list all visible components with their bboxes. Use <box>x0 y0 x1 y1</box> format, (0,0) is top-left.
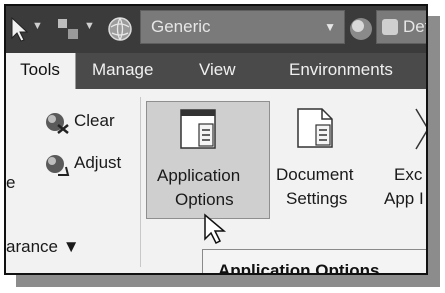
workspace-dropdown-label: Generic <box>151 17 211 36</box>
dropdown-arrow-icon[interactable]: ▼ <box>32 20 43 32</box>
cursor-arrow-icon <box>11 16 29 42</box>
appearance-sphere-icon[interactable] <box>348 16 374 42</box>
clear-button[interactable]: Clear <box>44 109 134 137</box>
tab-manage-label: Manage <box>92 60 154 79</box>
adjust-appearance-icon <box>46 155 70 176</box>
application-options-button[interactable]: Application Options <box>146 101 270 219</box>
workspace-dropdown[interactable]: Generic ▼ <box>140 10 345 44</box>
tooltip: Application Options <box>202 249 426 275</box>
appearance-group-label[interactable]: arance ▼ <box>6 237 80 257</box>
excel-app-label-line2: App I <box>384 189 424 208</box>
document-settings-button[interactable]: Document Settings <box>272 101 364 219</box>
tab-view[interactable]: View <box>199 53 236 89</box>
appearance-swatch-icon <box>382 19 398 35</box>
application-options-icon <box>180 109 216 149</box>
ribbon-tab-bar: Tools Manage View Environments <box>6 53 426 89</box>
material-globe-icon[interactable] <box>106 15 134 43</box>
measure-icon[interactable] <box>56 16 82 42</box>
clear-appearance-icon <box>46 113 69 134</box>
application-options-label-line1: Application <box>157 166 241 185</box>
excel-app-label-line1: Exc <box>394 165 423 184</box>
dropdown-arrow-icon[interactable]: ▼ <box>84 20 95 32</box>
document-settings-label-line2: Settings <box>286 189 348 208</box>
chevron-down-icon: ▼ <box>324 20 336 34</box>
ribbon-panel: Clear Adjust e arance ▼ Application Opti… <box>6 89 426 275</box>
appearance-dropdown-label: Defa <box>403 17 426 36</box>
partial-left-label: e <box>6 173 16 192</box>
tab-tools[interactable]: Tools <box>6 53 76 89</box>
quick-access-toolbar: ▼ ▼ Generic ▼ Defa <box>6 6 426 53</box>
mouse-cursor-icon <box>204 213 227 245</box>
document-settings-label-line1: Document <box>276 165 354 184</box>
group-separator <box>140 97 141 267</box>
excel-app-icon <box>415 108 426 150</box>
adjust-label: Adjust <box>74 153 122 172</box>
tab-environments[interactable]: Environments <box>289 53 393 89</box>
application-options-label-line2: Options <box>175 190 234 209</box>
tab-manage[interactable]: Manage <box>92 53 153 89</box>
app-window: ▼ ▼ Generic ▼ Defa Tools <box>4 4 428 275</box>
tab-view-label: View <box>199 60 236 79</box>
tab-environments-label: Environments <box>289 60 393 79</box>
tab-tools-label: Tools <box>20 60 60 79</box>
appearance-dropdown[interactable]: Defa <box>376 10 426 44</box>
clear-label: Clear <box>74 111 115 130</box>
adjust-button[interactable]: Adjust <box>44 151 144 179</box>
excel-app-button[interactable]: Exc App I <box>366 101 426 219</box>
tooltip-text: Application Options <box>218 261 380 275</box>
document-settings-icon <box>297 108 333 148</box>
